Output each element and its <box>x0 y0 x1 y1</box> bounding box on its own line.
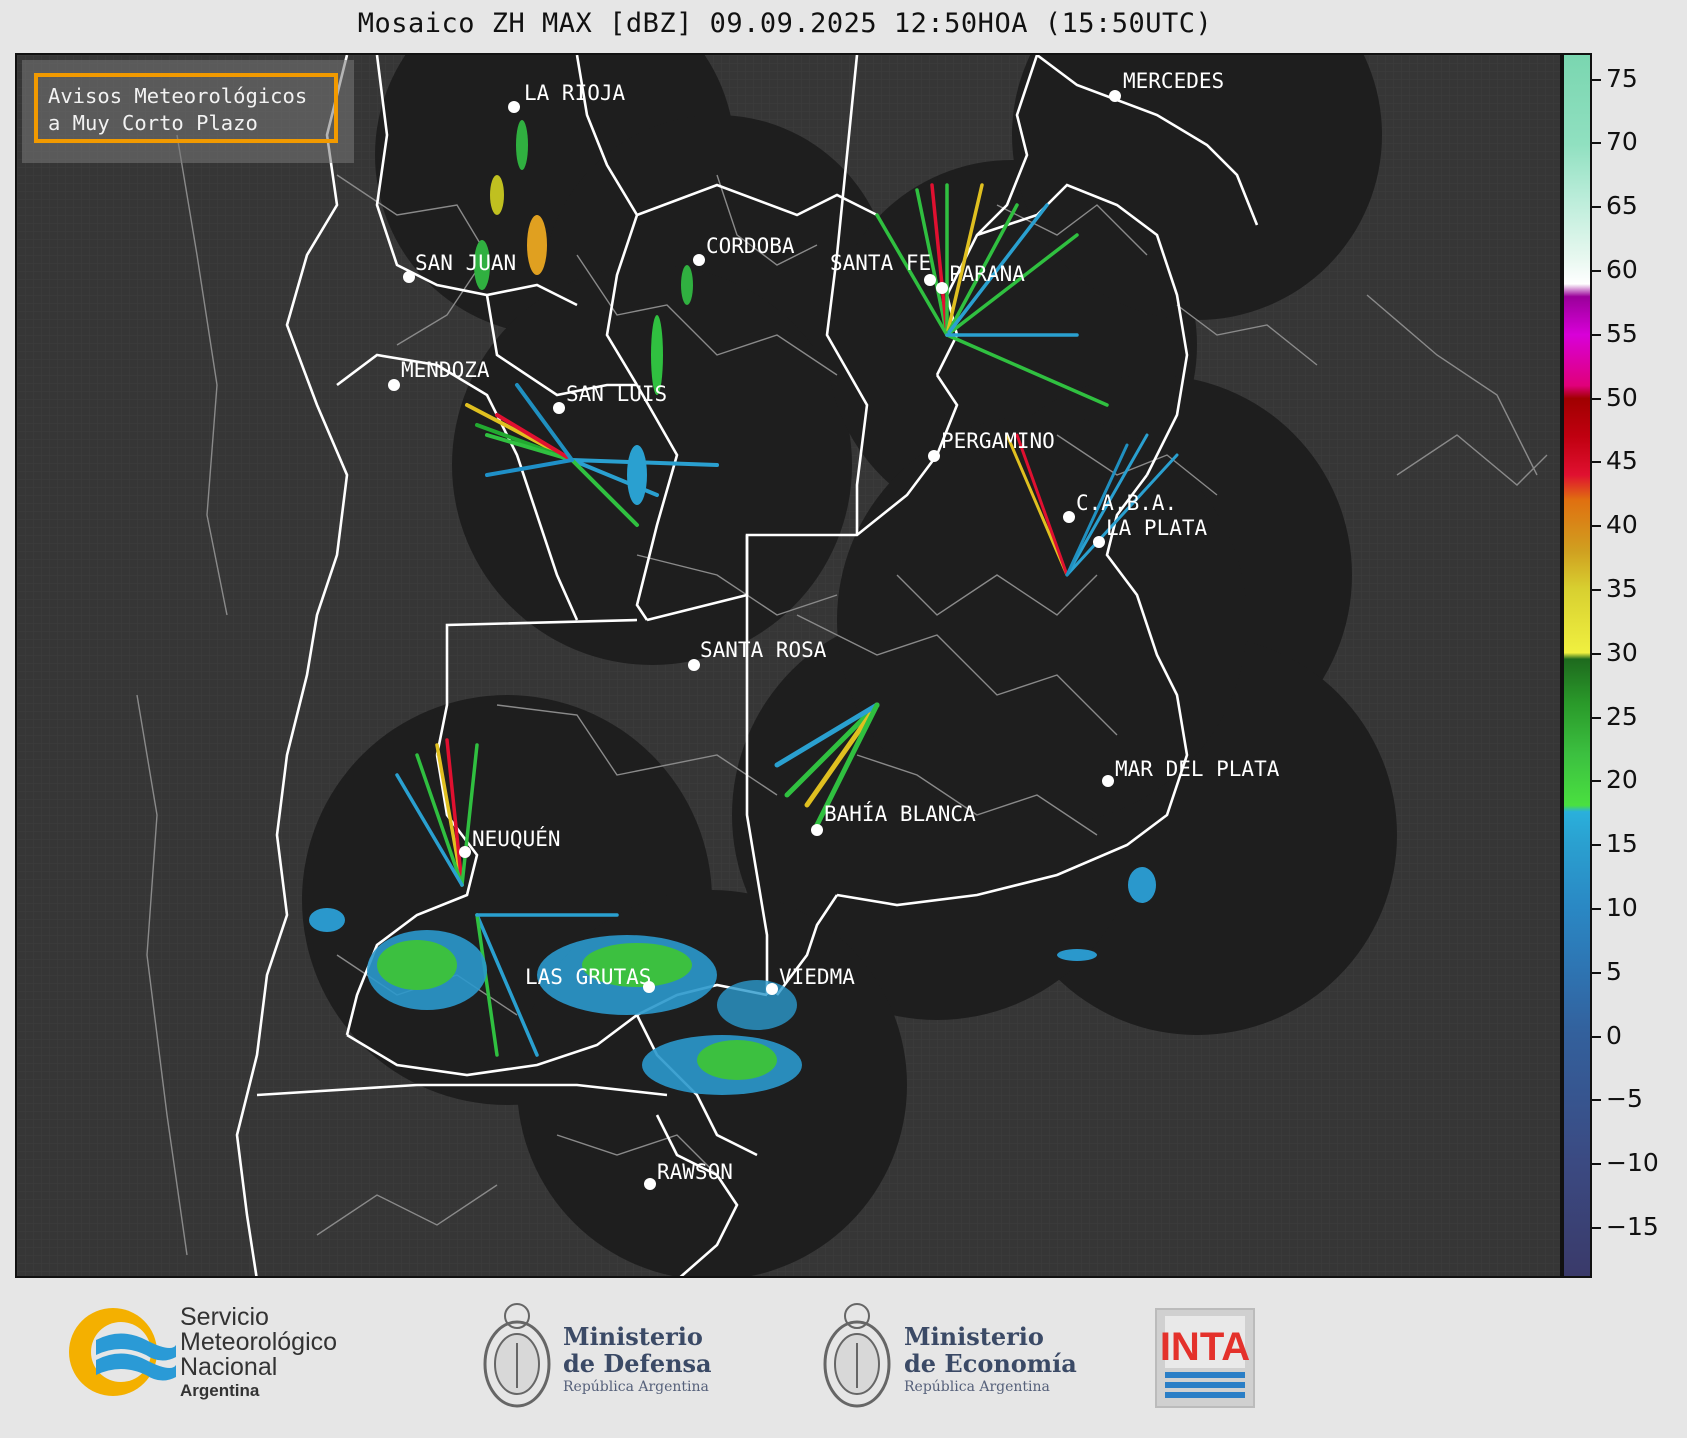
city-las-grutas: LAS GRUTAS <box>525 965 655 993</box>
colorbar-tick: 50 <box>1592 383 1638 413</box>
colorbar-tick: 75 <box>1592 64 1638 94</box>
svg-text:SANTA ROSA: SANTA ROSA <box>700 638 827 662</box>
svg-text:MAR DEL PLATA: MAR DEL PLATA <box>1115 757 1280 781</box>
map-canvas: LA RIOJA MERCEDES CORDOBA SAN JUAN SANTA… <box>17 55 1560 1276</box>
colorbar-tick: 25 <box>1592 702 1638 732</box>
colorbar-tick: 70 <box>1592 127 1638 157</box>
svg-text:CORDOBA: CORDOBA <box>706 234 795 258</box>
economia-seal-icon <box>823 1303 891 1408</box>
colorbar-tick: 20 <box>1592 765 1638 795</box>
colorbar <box>1562 53 1592 1278</box>
colorbar-tick: 40 <box>1592 510 1638 540</box>
warning-link[interactable]: Avisos Meteorológicos a Muy Corto Plazo <box>34 73 338 143</box>
svg-text:PARANA: PARANA <box>949 262 1025 286</box>
colorbar-tick: −5 <box>1592 1084 1643 1114</box>
svg-text:INTA: INTA <box>1160 1325 1250 1369</box>
colorbar-ticks: 75 70 65 60 55 50 45 40 35 30 25 20 15 10 5 0 −5 −10 −15 <box>1592 53 1682 1278</box>
svg-text:MERCEDES: MERCEDES <box>1123 69 1224 93</box>
svg-text:VIEDMA: VIEDMA <box>779 965 855 989</box>
radar-circle-san-luis <box>452 265 852 665</box>
defensa-seal-icon <box>483 1303 551 1408</box>
colorbar-tick: 65 <box>1592 191 1638 221</box>
warning-line-2: a Muy Corto Plazo <box>48 111 258 135</box>
inta-logo: INTA <box>1155 1308 1255 1408</box>
colorbar-tick: 60 <box>1592 255 1638 285</box>
smn-logo-icon <box>69 1308 176 1396</box>
radar-map[interactable]: LA RIOJA MERCEDES CORDOBA SAN JUAN SANTA… <box>15 53 1562 1278</box>
colorbar-tick: 10 <box>1592 893 1638 923</box>
svg-text:LA RIOJA: LA RIOJA <box>524 81 626 105</box>
economia-name: Ministerio de Economía República Argenti… <box>904 1322 1077 1395</box>
svg-text:SANTA FE: SANTA FE <box>830 251 931 275</box>
svg-text:MENDOZA: MENDOZA <box>401 358 490 382</box>
map-title: Mosaico ZH MAX [dBZ] 09.09.2025 12:50HOA… <box>357 8 1213 39</box>
defensa-name: Ministerio de Defensa República Argentin… <box>563 1322 712 1395</box>
svg-text:PERGAMINO: PERGAMINO <box>941 429 1055 453</box>
svg-text:NEUQUÉN: NEUQUÉN <box>472 826 561 851</box>
svg-text:LAS GRUTAS: LAS GRUTAS <box>525 965 651 989</box>
svg-text:SAN JUAN: SAN JUAN <box>415 251 516 275</box>
colorbar-tick: 45 <box>1592 446 1638 476</box>
colorbar-tick: 35 <box>1592 574 1638 604</box>
colorbar-tick: 55 <box>1592 319 1638 349</box>
colorbar-tick: 0 <box>1592 1021 1622 1051</box>
colorbar-tick: 15 <box>1592 829 1638 859</box>
warning-line-1: Avisos Meteorológicos <box>48 84 308 108</box>
colorbar-tick: 30 <box>1592 638 1638 668</box>
svg-text:LA PLATA: LA PLATA <box>1106 516 1208 540</box>
svg-text:BAHÍA BLANCA: BAHÍA BLANCA <box>824 801 976 826</box>
colorbar-tick: −10 <box>1592 1148 1659 1178</box>
svg-text:SAN LUIS: SAN LUIS <box>566 382 667 406</box>
smn-name: Servicio Meteorológico Nacional Argentin… <box>180 1303 338 1401</box>
svg-text:RAWSON: RAWSON <box>657 1160 733 1184</box>
svg-text:C.A.B.A.: C.A.B.A. <box>1076 491 1177 515</box>
colorbar-tick: 5 <box>1592 957 1622 987</box>
colorbar-tick: −15 <box>1592 1212 1659 1242</box>
inta-logo-icon: INTA <box>1160 1316 1250 1398</box>
